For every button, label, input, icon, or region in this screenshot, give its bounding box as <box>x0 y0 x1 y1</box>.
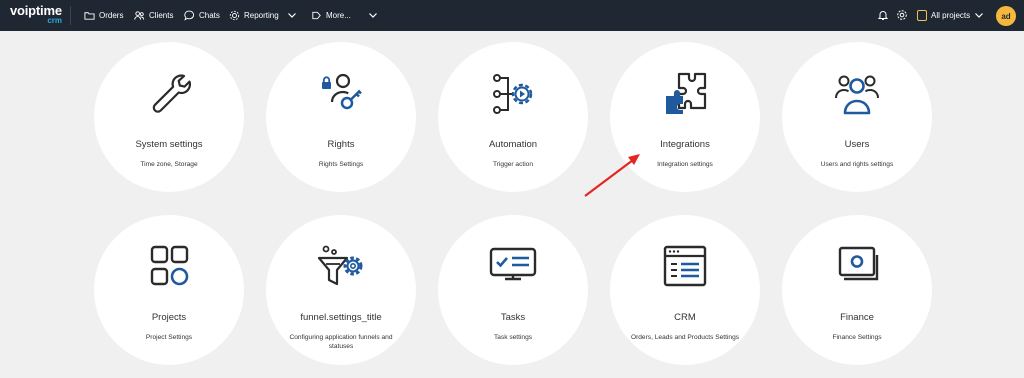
users-icon <box>134 11 145 20</box>
card-title: Projects <box>151 312 187 323</box>
nav-chats[interactable]: Chats <box>184 0 220 31</box>
crm-window-icon <box>663 245 707 287</box>
card-rights[interactable]: Rights Rights Settings <box>266 42 416 192</box>
nav-clients[interactable]: Clients <box>134 0 173 31</box>
gear-icon[interactable] <box>896 9 908 21</box>
card-funnel-settings[interactable]: funnel.settings_title Configuring applic… <box>266 215 416 365</box>
more-icon <box>312 11 321 20</box>
chevron-down-icon[interactable] <box>367 9 379 21</box>
card-title: Tasks <box>500 312 526 323</box>
card-subtitle: Project Settings <box>145 334 193 341</box>
nav-chats-label: Chats <box>199 11 220 20</box>
funnel-gear-icon <box>317 245 363 286</box>
card-finance[interactable]: Finance Finance Settings <box>782 215 932 365</box>
card-title: Users <box>844 139 870 150</box>
voiptime-logo[interactable]: voiptime crm <box>10 3 64 27</box>
card-subtitle: Orders, Leads and Products Settings <box>630 334 740 341</box>
nav-more[interactable]: More... <box>311 0 351 31</box>
finance-icon <box>838 246 879 281</box>
card-projects[interactable]: Projects Project Settings <box>94 215 244 365</box>
card-subtitle: Trigger action <box>492 161 534 168</box>
logo-sub-text: crm <box>47 16 62 25</box>
avatar[interactable]: ad <box>996 6 1016 26</box>
card-crm[interactable]: CRM Orders, Leads and Products Settings <box>610 215 760 365</box>
card-subtitle: Time zone, Storage <box>140 161 198 168</box>
card-subtitle: Integration settings <box>657 161 713 168</box>
card-title: System settings <box>135 139 203 150</box>
card-tasks[interactable]: Tasks Task settings <box>438 215 588 365</box>
chevron-down-icon[interactable] <box>286 9 298 21</box>
card-title: CRM <box>674 312 696 323</box>
nav-orders-label: Orders <box>99 11 124 20</box>
nav-reporting[interactable]: Reporting <box>229 0 279 31</box>
project-selector[interactable]: All projects <box>917 8 970 23</box>
automation-flow-icon <box>493 74 533 114</box>
card-subtitle: Configuring application funnels and stat… <box>289 334 393 350</box>
nav-clients-label: Clients <box>149 11 174 20</box>
card-title: Rights <box>327 139 355 150</box>
card-system-settings[interactable]: System settings Time zone, Storage <box>94 42 244 192</box>
card-title: Automation <box>488 139 538 150</box>
top-navigation-bar: voiptime crm Orders Clients Chats Report… <box>0 0 1024 31</box>
card-title: Finance <box>840 312 874 323</box>
card-subtitle: Rights Settings <box>318 161 364 168</box>
chevron-down-icon[interactable] <box>973 9 985 21</box>
nav-more-label: More... <box>326 11 351 20</box>
tasks-monitor-icon <box>489 247 537 281</box>
card-title: funnel.settings_title <box>300 312 382 323</box>
card-subtitle: Task settings <box>493 334 533 341</box>
card-automation[interactable]: Automation Trigger action <box>438 42 588 192</box>
header-divider <box>70 6 71 25</box>
folder-icon <box>84 12 95 20</box>
projects-grid-icon <box>150 245 189 286</box>
card-subtitle: Users and rights settings <box>820 161 894 168</box>
chat-icon <box>184 10 195 21</box>
wrench-icon <box>152 74 192 113</box>
users-group-icon <box>835 75 879 115</box>
project-selector-label: All projects <box>931 11 971 20</box>
nav-orders[interactable]: Orders <box>84 0 123 31</box>
rights-key-icon <box>322 73 362 110</box>
bell-icon[interactable] <box>877 9 889 21</box>
card-users[interactable]: Users Users and rights settings <box>782 42 932 192</box>
card-subtitle: Finance Settings <box>832 334 882 341</box>
nav-reporting-label: Reporting <box>244 11 279 20</box>
puzzle-icon <box>666 72 707 114</box>
card-title: Integrations <box>660 139 710 150</box>
annotation-arrow-icon <box>584 154 640 197</box>
reporting-icon <box>229 10 240 21</box>
project-icon <box>917 10 927 21</box>
